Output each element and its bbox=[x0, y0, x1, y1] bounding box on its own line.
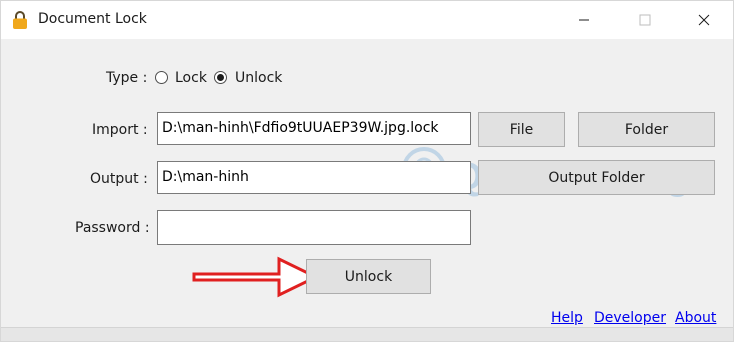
file-button[interactable]: File bbox=[478, 112, 565, 147]
document-lock-window: Document Lock Quantrimang Type : bbox=[0, 0, 734, 342]
password-field[interactable] bbox=[157, 210, 471, 245]
password-label: Password : bbox=[75, 220, 150, 236]
title-bar: Document Lock bbox=[1, 1, 733, 39]
developer-link[interactable]: Developer bbox=[594, 310, 666, 326]
unlock-button[interactable]: Unlock bbox=[306, 259, 431, 294]
folder-button[interactable]: Folder bbox=[578, 112, 715, 147]
help-link[interactable]: Help bbox=[551, 310, 583, 326]
output-label: Output : bbox=[90, 171, 148, 187]
close-button[interactable] bbox=[681, 1, 727, 39]
maximize-button[interactable] bbox=[622, 1, 668, 39]
status-bar bbox=[1, 327, 733, 341]
window-title: Document Lock bbox=[38, 11, 147, 27]
about-link[interactable]: About bbox=[675, 310, 716, 326]
minimize-icon bbox=[579, 19, 589, 21]
lock-radio-label[interactable]: Lock bbox=[175, 70, 207, 86]
padlock-icon bbox=[13, 11, 27, 29]
minimize-button[interactable] bbox=[561, 1, 607, 39]
output-folder-button[interactable]: Output Folder bbox=[478, 160, 715, 195]
unlock-radio[interactable] bbox=[214, 71, 227, 84]
import-label: Import : bbox=[92, 122, 148, 138]
output-path-field[interactable]: D:\man-hinh bbox=[157, 161, 471, 194]
red-arrow-icon bbox=[192, 256, 320, 298]
maximize-icon bbox=[639, 14, 651, 26]
lock-radio[interactable] bbox=[155, 71, 168, 84]
unlock-radio-label[interactable]: Unlock bbox=[235, 70, 282, 86]
import-path-field[interactable]: D:\man-hinh\Fdfio9tUUAEP39W.jpg.lock bbox=[157, 112, 471, 145]
type-label: Type : bbox=[106, 70, 148, 86]
close-icon bbox=[698, 14, 710, 26]
